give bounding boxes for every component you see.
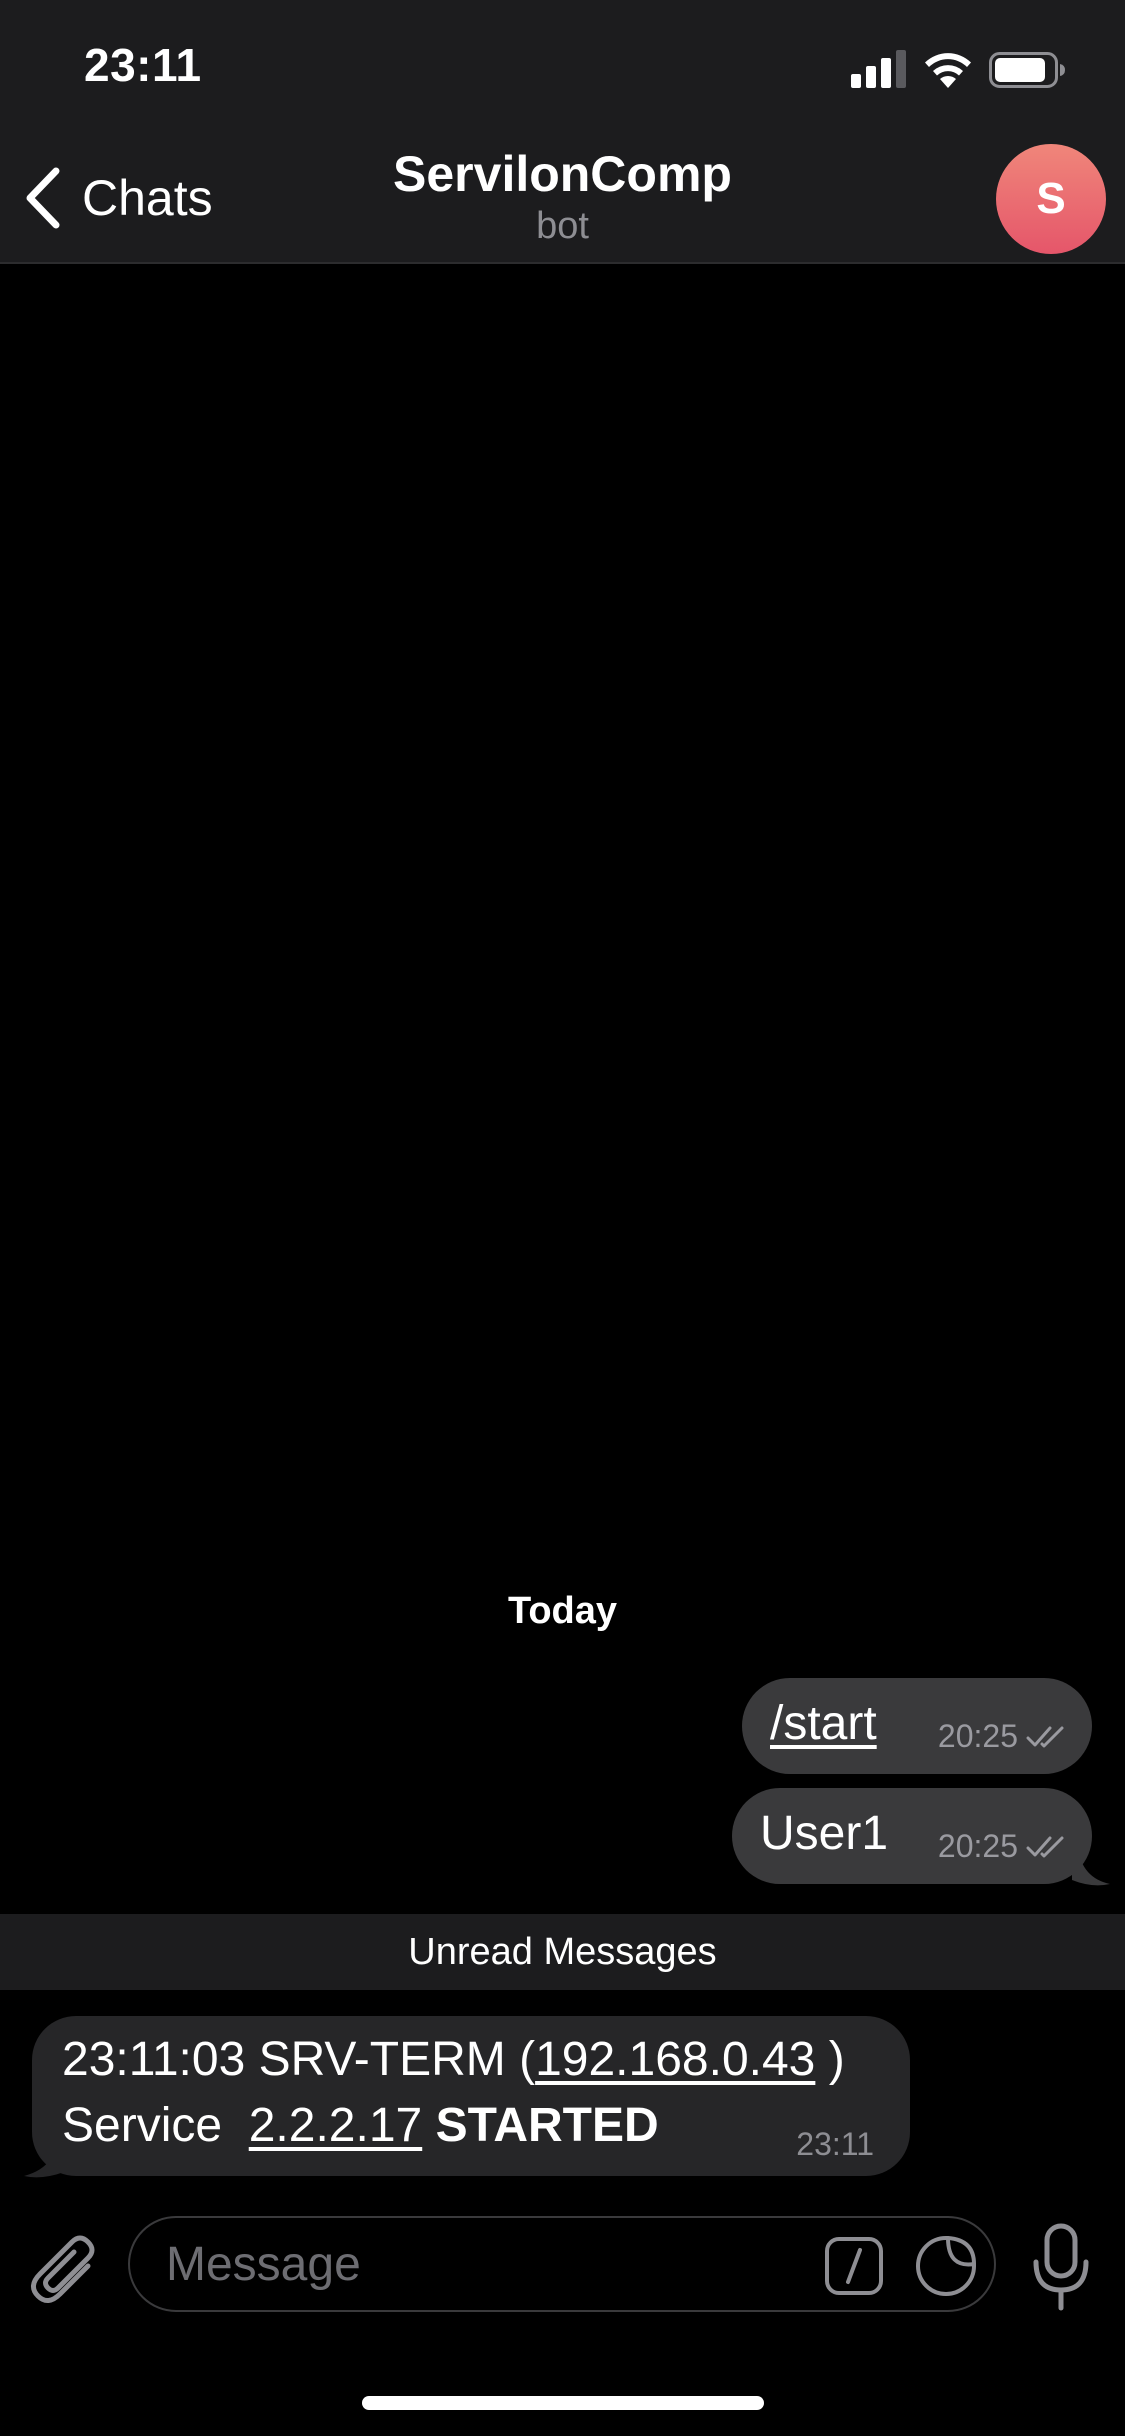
double-check-icon	[1026, 1836, 1064, 1857]
status-word: STARTED	[435, 2099, 659, 2152]
battery-icon	[989, 52, 1065, 88]
wifi-icon	[925, 53, 971, 88]
chevron-left-icon	[26, 167, 60, 229]
avatar-letter: S	[1036, 174, 1066, 223]
message-input[interactable]	[166, 2218, 786, 2310]
message-field	[128, 2216, 996, 2312]
avatar[interactable]: S	[996, 144, 1106, 254]
message-time: 23:11	[796, 2126, 874, 2162]
home-indicator[interactable]	[362, 2396, 764, 2410]
status-time: 23:11	[84, 39, 202, 91]
date-separator: Today	[507, 1590, 618, 1632]
unread-messages-separator: Unread Messages	[0, 1914, 1125, 1990]
message-time: 20:25	[937, 1718, 1018, 1754]
message-line: Service 2.2.2.17 STARTED	[62, 2099, 659, 2152]
message-text: User1	[760, 1807, 889, 1860]
outgoing-message[interactable]: /start 20:25	[742, 1678, 1092, 1774]
unread-label: Unread Messages	[408, 1930, 717, 1973]
message-meta: 20:25	[938, 1718, 1070, 1755]
bubble-tail	[1072, 1848, 1110, 1886]
paperclip-icon[interactable]	[28, 2228, 102, 2312]
message-time: 20:25	[937, 1828, 1018, 1864]
composer	[0, 2210, 1125, 2330]
back-button[interactable]: Chats	[20, 158, 213, 238]
bubble-tail	[24, 2140, 64, 2178]
sticker-icon[interactable]	[914, 2234, 978, 2298]
version-link[interactable]: 2.2.2.17	[249, 2099, 422, 2152]
cellular-signal-icon	[851, 48, 907, 92]
incoming-message[interactable]: 23:11:03 SRV-TERM (192.168.0.43 ) Servic…	[32, 2016, 910, 2176]
status-icons	[851, 48, 1081, 92]
outgoing-message[interactable]: User1 20:25	[732, 1788, 1092, 1884]
microphone-icon[interactable]	[1030, 2222, 1092, 2314]
back-label: Chats	[82, 170, 213, 226]
message-line: 23:11:03 SRV-TERM (192.168.0.43 )	[62, 2033, 845, 2086]
command-link[interactable]: /start	[770, 1696, 877, 1751]
slash-command-icon[interactable]	[824, 2236, 884, 2296]
double-check-icon	[1026, 1726, 1064, 1747]
message-meta: 20:25	[938, 1828, 1070, 1865]
header-bar: 23:11 Chats ServilonComp bot S	[0, 0, 1125, 264]
ip-address-link[interactable]: 192.168.0.43	[535, 2033, 815, 2086]
